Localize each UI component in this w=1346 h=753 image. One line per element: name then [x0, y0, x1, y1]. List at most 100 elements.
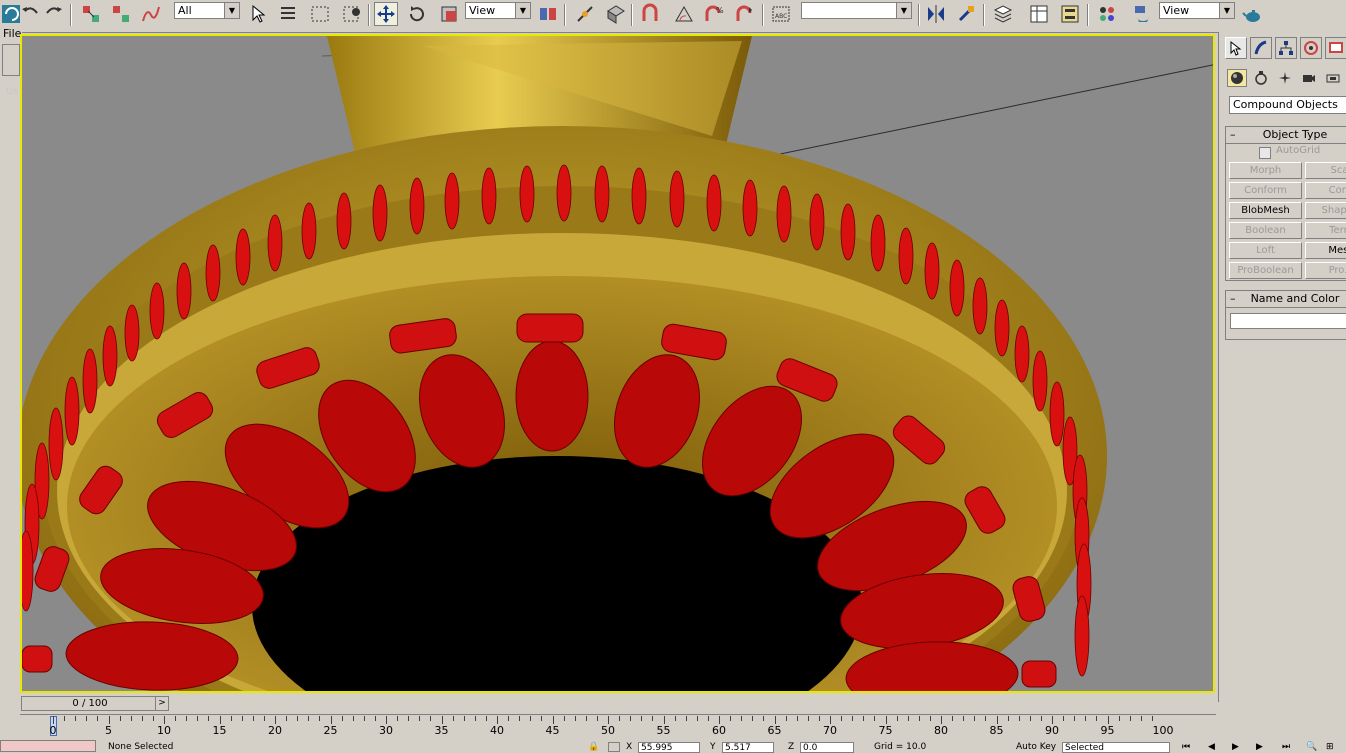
key-mode-select[interactable]: Selected	[1062, 742, 1170, 753]
previous-frame-icon[interactable]: ◀	[1208, 742, 1215, 752]
morph-button[interactable]: Morph	[1229, 162, 1302, 179]
maxscript-listener[interactable]	[0, 740, 96, 752]
mirror-icon[interactable]	[924, 2, 948, 26]
select-and-rotate-icon[interactable]	[405, 2, 429, 26]
select-by-name-icon[interactable]	[276, 2, 300, 26]
select-and-scale-icon[interactable]	[437, 2, 461, 26]
y-coordinate-field[interactable]: 5.517	[722, 742, 774, 753]
modify-tab-icon[interactable]	[1250, 37, 1272, 59]
rectangular-selection-icon[interactable]	[308, 2, 332, 26]
conform-button[interactable]: Conform	[1229, 182, 1302, 199]
shapes-icon[interactable]	[1251, 69, 1271, 87]
track-tick	[75, 716, 77, 721]
shapemerge-button[interactable]: ShapeM	[1305, 202, 1346, 219]
hierarchy-tab-icon[interactable]	[1275, 37, 1297, 59]
track-tick	[186, 716, 188, 721]
boolean-button[interactable]: Boolean	[1229, 222, 1302, 239]
object-name-input[interactable]	[1230, 313, 1346, 329]
create-tab-icon[interactable]	[1225, 37, 1247, 59]
select-and-manipulate-icon[interactable]	[573, 2, 597, 26]
track-tick	[1052, 716, 1053, 724]
align-icon[interactable]	[954, 2, 978, 26]
selection-filter-select[interactable]: All ▼	[174, 2, 240, 19]
next-frame-icon[interactable]: ▶	[1256, 742, 1263, 752]
loft-button[interactable]: Loft	[1229, 242, 1302, 259]
menu-file[interactable]: File	[3, 27, 21, 40]
perspective-viewport[interactable]	[20, 34, 1215, 693]
select-object-icon[interactable]	[246, 2, 270, 26]
select-and-link-icon[interactable]	[79, 2, 103, 26]
track-tick	[474, 716, 476, 721]
category-select[interactable]: Compound Objects	[1229, 96, 1346, 114]
name-and-color-header[interactable]: – Name and Color	[1226, 291, 1346, 308]
select-and-move-icon[interactable]	[374, 2, 398, 26]
track-tick	[852, 716, 854, 721]
percent-snap-icon[interactable]: %	[702, 2, 726, 26]
track-tick	[341, 716, 343, 721]
blobmesh-button[interactable]: BlobMesh	[1229, 202, 1302, 219]
material-editor-icon[interactable]	[1095, 2, 1119, 26]
terrain-button[interactable]: Terra	[1305, 222, 1346, 239]
cameras-icon[interactable]	[1299, 69, 1319, 87]
layer-manager-icon[interactable]	[991, 2, 1015, 26]
reference-coordinate-select[interactable]: View ▼	[465, 2, 531, 19]
track-tick	[530, 716, 532, 721]
geometry-icon[interactable]	[1227, 69, 1247, 87]
zoom-icon[interactable]: 🔍	[1306, 742, 1317, 752]
main-toolbar: All ▼ View ▼ % ABC ▼ View ▼	[0, 0, 1346, 33]
window-crossing-icon[interactable]	[340, 2, 364, 26]
viewport-label[interactable]: Us	[6, 86, 19, 97]
auto-key-button[interactable]: Auto Key	[1016, 742, 1056, 752]
track-tick	[141, 716, 143, 721]
track-tick	[197, 716, 199, 721]
undo-icon[interactable]	[18, 2, 42, 26]
named-selection-sets-select[interactable]: ▼	[801, 2, 912, 19]
unlink-selection-icon[interactable]	[109, 2, 133, 26]
snaps-toggle-icon[interactable]	[639, 2, 663, 26]
go-to-end-icon[interactable]: ⏭	[1282, 742, 1290, 752]
track-tick	[885, 716, 887, 724]
z-coordinate-field[interactable]: 0.0	[800, 742, 854, 753]
left-strip	[0, 24, 22, 724]
redo-icon[interactable]	[42, 2, 66, 26]
proboolean-button[interactable]: ProBoolean	[1229, 262, 1302, 279]
time-slider[interactable]: 0 / 100 >	[21, 696, 169, 711]
track-tick	[263, 716, 265, 721]
track-tick	[985, 716, 987, 721]
object-type-header[interactable]: – Object Type	[1226, 127, 1346, 144]
bind-to-space-warp-icon[interactable]	[139, 2, 163, 26]
connect-button[interactable]: Conn	[1305, 182, 1346, 199]
render-scene-icon[interactable]	[1131, 2, 1155, 26]
track-tick	[64, 716, 66, 721]
zoom-all-icon[interactable]: ⊞	[1326, 742, 1334, 752]
curve-editor-icon[interactable]	[1027, 2, 1051, 26]
track-tick-label: 70	[823, 724, 837, 737]
x-coordinate-field[interactable]: 55.995	[638, 742, 700, 753]
autogrid-checkbox[interactable]	[1259, 147, 1271, 159]
viewport-side-button[interactable]	[2, 44, 20, 76]
track-tick	[1074, 716, 1076, 721]
pivot-center-icon[interactable]	[536, 2, 560, 26]
angle-snap-icon[interactable]	[671, 2, 695, 26]
scatter-button[interactable]: Scat	[1305, 162, 1346, 179]
motion-tab-icon[interactable]	[1300, 37, 1322, 59]
mesher-button[interactable]: Mesh	[1305, 242, 1346, 259]
next-frame-button[interactable]: >	[155, 697, 168, 710]
track-tick	[663, 716, 665, 724]
edit-named-selection-icon[interactable]: ABC	[769, 2, 793, 26]
schematic-view-icon[interactable]	[1058, 2, 1082, 26]
helpers-icon[interactable]	[1323, 69, 1343, 87]
absolute-mode-icon[interactable]	[608, 742, 620, 752]
procutter-button[interactable]: Pro.C	[1305, 262, 1346, 279]
quick-render-teapot-icon[interactable]	[1241, 2, 1265, 26]
track-bar[interactable]: 0 5 10 15 20 25 30 35 40 45 50 55 60 65 70 75 80 85 90 95 10…	[20, 714, 1216, 739]
go-to-start-icon[interactable]: ⏮	[1182, 742, 1190, 752]
play-icon[interactable]: ▶	[1232, 742, 1239, 752]
display-tab-icon[interactable]	[1325, 37, 1346, 59]
render-view-select[interactable]: View ▼	[1159, 2, 1235, 19]
lock-selection-icon[interactable]: 🔒	[588, 742, 599, 752]
keyboard-shortcut-override-icon[interactable]	[604, 2, 628, 26]
spinner-snap-icon[interactable]	[733, 2, 757, 26]
lights-icon[interactable]	[1275, 69, 1295, 87]
track-tick-label: 50	[601, 724, 615, 737]
